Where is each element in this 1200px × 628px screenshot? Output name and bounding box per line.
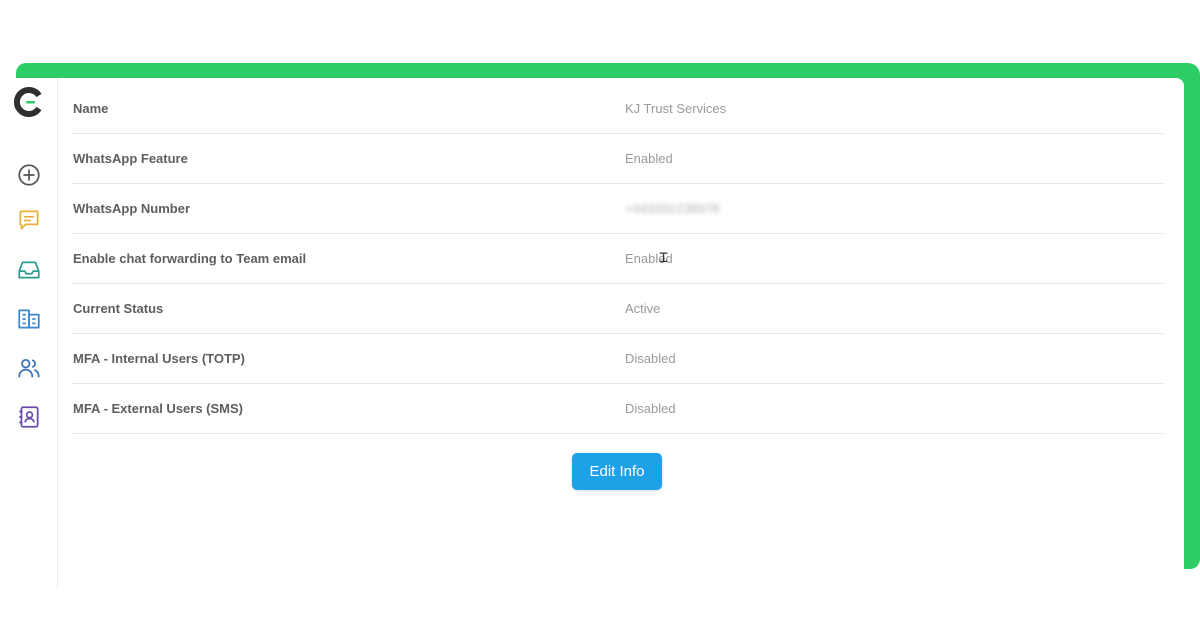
detail-row-chat-forwarding: Enable chat forwarding to Team email Ena…: [72, 234, 1164, 284]
detail-value: KJ Trust Services: [625, 101, 727, 116]
detail-row-name: Name KJ Trust Services: [72, 84, 1164, 134]
brand-logo-icon[interactable]: [13, 86, 45, 118]
detail-row-whatsapp-number: WhatsApp Number +443331238978: [72, 184, 1164, 234]
detail-value: Enabled: [625, 151, 673, 166]
users-icon[interactable]: [16, 355, 42, 381]
detail-label: Current Status: [73, 301, 164, 316]
edit-info-button[interactable]: Edit Info: [572, 453, 662, 490]
inbox-tray-icon[interactable]: [16, 257, 42, 283]
chat-bubble-icon[interactable]: [16, 207, 42, 233]
detail-label: Name: [73, 101, 109, 116]
detail-value: Disabled: [625, 401, 676, 416]
detail-label: WhatsApp Number: [73, 201, 190, 216]
detail-label: MFA - External Users (SMS): [73, 401, 244, 416]
detail-row-mfa-external: MFA - External Users (SMS) Disabled: [72, 384, 1164, 434]
detail-row-whatsapp-feature: WhatsApp Feature Enabled: [72, 134, 1164, 184]
detail-value: Active: [625, 301, 661, 316]
detail-label: Enable chat forwarding to Team email: [73, 251, 307, 266]
details-table: Name KJ Trust Services WhatsApp Feature …: [72, 84, 1164, 434]
detail-row-mfa-internal: MFA - Internal Users (TOTP) Disabled: [72, 334, 1164, 384]
detail-value: Disabled: [625, 351, 676, 366]
sidebar: [0, 78, 58, 588]
buildings-icon[interactable]: [16, 306, 42, 332]
text-cursor-icon: ⌶: [659, 248, 669, 266]
detail-label: MFA - Internal Users (TOTP): [73, 351, 245, 366]
app-window: Name KJ Trust Services WhatsApp Feature …: [0, 78, 1184, 588]
contact-book-icon[interactable]: [16, 404, 42, 430]
detail-value-redacted: +443331238978: [625, 201, 720, 216]
actions-bar: Edit Info: [572, 453, 662, 490]
plus-circle-icon[interactable]: [16, 162, 42, 188]
detail-label: WhatsApp Feature: [73, 151, 188, 166]
detail-row-current-status: Current Status Active: [72, 284, 1164, 334]
